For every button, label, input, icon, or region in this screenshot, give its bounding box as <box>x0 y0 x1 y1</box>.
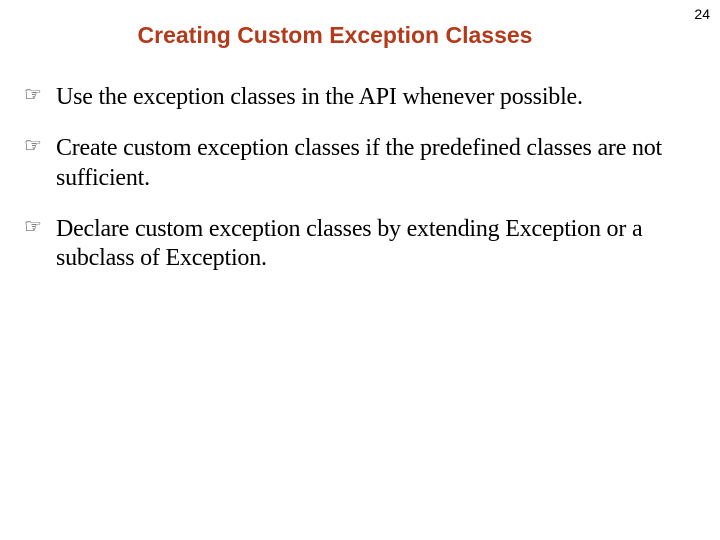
bullet-text: Use the exception classes in the API whe… <box>56 83 583 112</box>
pointing-hand-icon: ☞ <box>24 85 42 105</box>
page-number: 24 <box>694 6 710 22</box>
pointing-hand-icon: ☞ <box>24 217 42 237</box>
pointing-hand-icon: ☞ <box>24 136 42 156</box>
list-item: ☞ Use the exception classes in the API w… <box>24 83 680 112</box>
list-item: ☞ Create custom exception classes if the… <box>24 134 680 193</box>
bullet-text: Create custom exception classes if the p… <box>56 134 680 193</box>
bullet-text: Declare custom exception classes by exte… <box>56 215 680 274</box>
bullet-list: ☞ Use the exception classes in the API w… <box>0 83 720 273</box>
list-item: ☞ Declare custom exception classes by ex… <box>24 215 680 274</box>
slide-title: Creating Custom Exception Classes <box>0 0 720 49</box>
